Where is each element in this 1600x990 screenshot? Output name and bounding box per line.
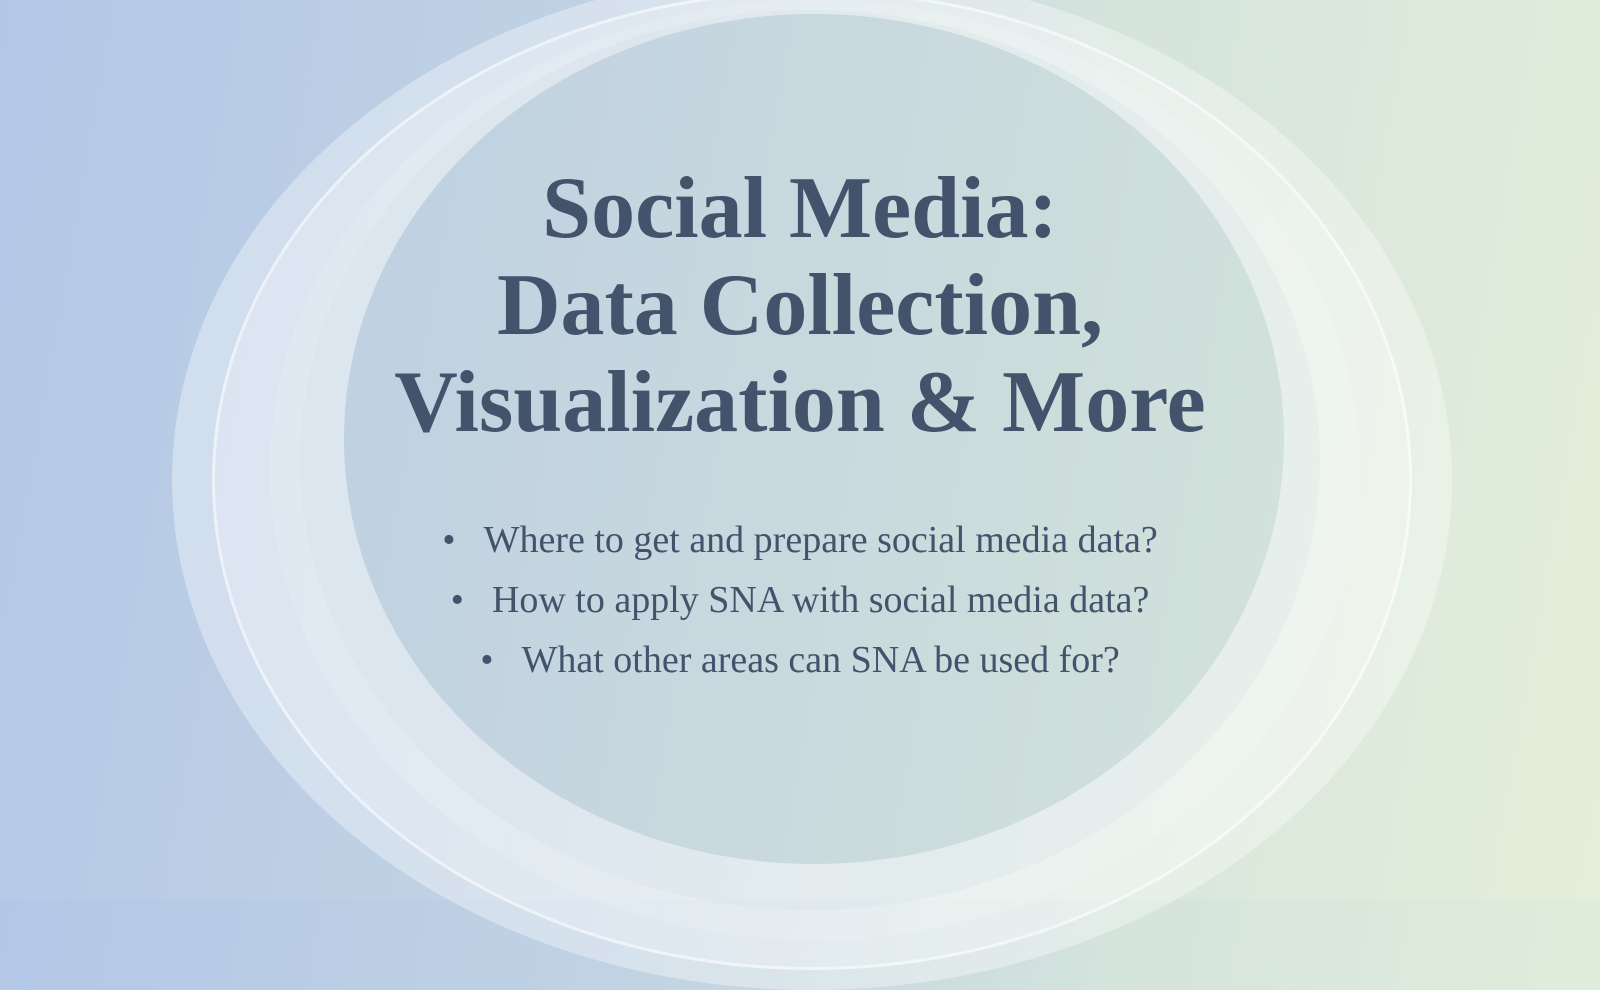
bullet-item: • How to apply SNA with social media data…	[0, 570, 1600, 630]
bullet-list: • Where to get and prepare social media d…	[0, 510, 1600, 690]
title-line: Social Media:	[542, 160, 1058, 257]
slide-title: Social Media: Data Collection, Visualiza…	[0, 160, 1600, 451]
bullet-icon: •	[450, 579, 464, 621]
bullet-item: • What other areas can SNA be used for?	[0, 630, 1600, 690]
bullet-icon: •	[442, 519, 456, 561]
title-line: Visualization & More	[394, 354, 1206, 451]
title-line: Data Collection,	[496, 257, 1104, 354]
bullet-text: How to apply SNA with social media data?	[491, 579, 1150, 621]
bullet-icon: •	[480, 639, 494, 681]
slide-content: Social Media: Data Collection, Visualiza…	[0, 0, 1600, 900]
bullet-text: Where to get and prepare social media da…	[483, 519, 1158, 561]
bullet-item: • Where to get and prepare social media d…	[0, 510, 1600, 570]
bullet-text: What other areas can SNA be used for?	[521, 639, 1120, 681]
